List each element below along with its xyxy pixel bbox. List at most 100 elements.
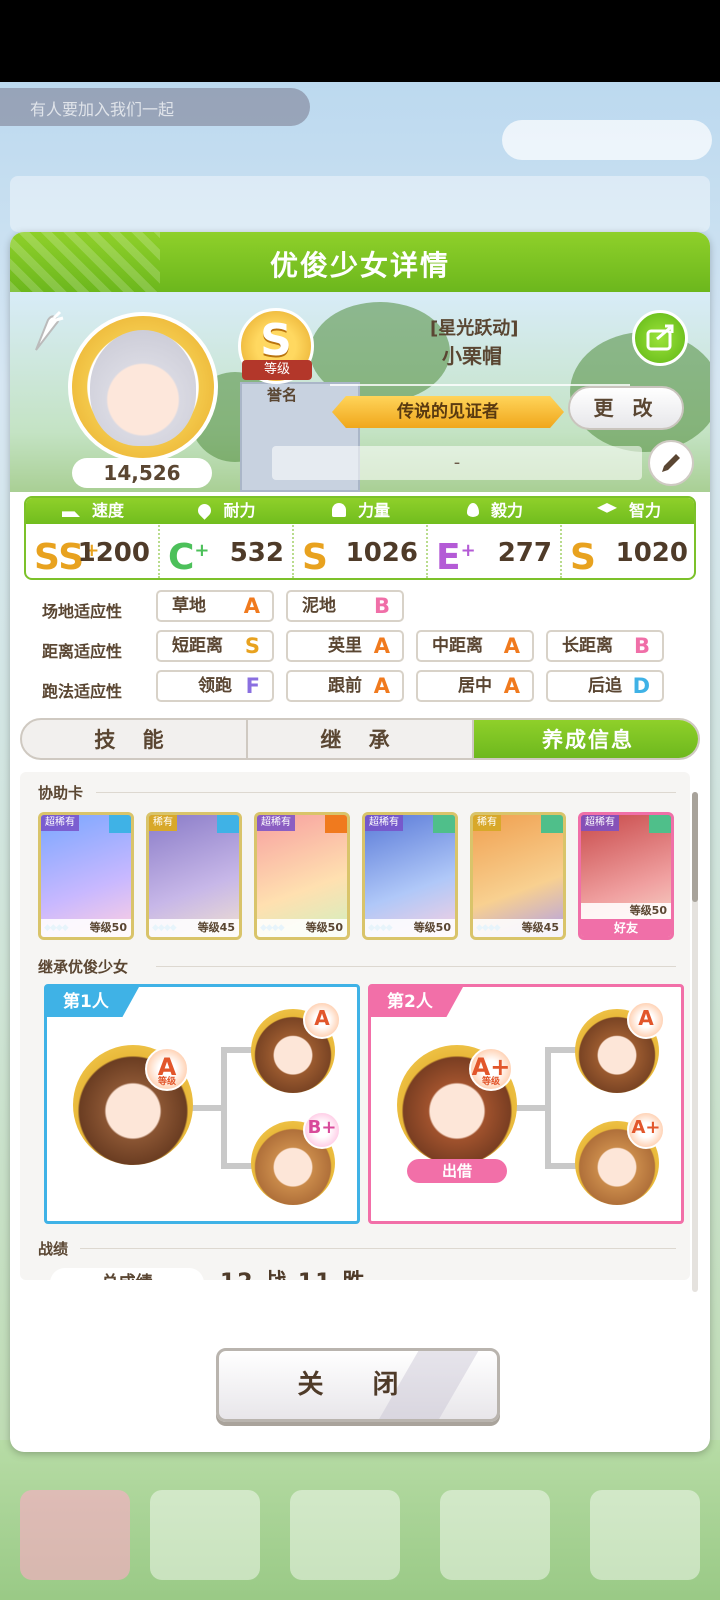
aptitude-name: 泥地	[302, 596, 336, 616]
stats-panel: 速度 SS+ 1200 耐力 C+ 532 力量 S 1026 毅力 E+ 27…	[24, 496, 696, 580]
status-bar	[0, 0, 720, 82]
total-record-value: 12 战 11 胜	[220, 1268, 366, 1280]
tree-connector	[545, 1047, 551, 1167]
stat-header: 力量	[294, 498, 428, 524]
support-card[interactable]: 稀有 ◆◆◆◆ 等级45	[146, 812, 242, 940]
share-icon	[646, 324, 674, 351]
aptitude-name: 跟前	[328, 676, 362, 696]
grade-badge: A	[303, 1001, 341, 1039]
tree-connector	[545, 1163, 579, 1169]
grade-badge: B+	[303, 1111, 341, 1149]
stat-power: 力量 S 1026	[294, 498, 428, 578]
grade-letter: B+	[307, 1117, 337, 1138]
support-card[interactable]: 超稀有 ◆◆◆◆ 等级50	[38, 812, 134, 940]
card-rarity: 稀有	[149, 815, 177, 831]
aptitude-grade: A	[373, 674, 390, 698]
stat-value: 277	[497, 538, 552, 568]
background-tab	[440, 1490, 550, 1580]
rank-label: 誉名	[266, 386, 297, 404]
tab-inheritance[interactable]: 继 承	[248, 720, 474, 758]
content-scrollbar[interactable]	[692, 792, 698, 1292]
aptitude-grade: A	[503, 634, 520, 658]
aptitude-grade: S	[244, 634, 260, 658]
stat-header: 速度	[26, 498, 160, 524]
aptitude-grade: A	[373, 634, 390, 658]
share-button[interactable]	[632, 310, 688, 366]
aptitude-dirt: 泥地 B	[286, 590, 404, 622]
tree-connector	[221, 1047, 227, 1167]
stat-header: 耐力	[160, 498, 294, 524]
dialog-header: 优俊少女详情	[10, 232, 710, 292]
aptitude-name: 中距离	[432, 636, 483, 656]
support-card-friend[interactable]: 超稀有 等级50 好友	[578, 812, 674, 940]
card-level: 等级45	[149, 919, 239, 937]
support-card[interactable]: 超稀有 ◆◆◆◆ 等级50	[362, 812, 458, 940]
grade-caption: 等级	[157, 1077, 176, 1087]
close-button[interactable]: 关 闭	[216, 1348, 500, 1422]
parent-1-panel[interactable]: 第1人 A 等级 A B+	[44, 984, 360, 1224]
scroll-thumb[interactable]	[692, 792, 698, 902]
stat-grade: E+	[436, 530, 476, 578]
aptitude-grade: F	[245, 674, 260, 698]
stat-grade: S	[302, 530, 328, 578]
distance-aptitude-label: 距离适应性	[42, 642, 123, 661]
avatar[interactable]	[68, 312, 218, 462]
close-label: 关 闭	[297, 1370, 419, 1400]
stat-guts: 毅力 E+ 277	[428, 498, 562, 578]
support-card[interactable]: 稀有 ◆◆◆◆ 等级45	[470, 812, 566, 940]
background-banner-text: 有人要加入我们一起	[30, 100, 175, 119]
grade-letter: S	[302, 537, 328, 578]
aptitude-name: 短距离	[172, 636, 223, 656]
card-level: 等级45	[473, 919, 563, 937]
friend-badge: 好友	[581, 919, 671, 937]
stat-grade: S	[570, 530, 596, 578]
background-row	[10, 176, 710, 232]
card-rarity: 稀有	[473, 815, 501, 831]
parent-1-tag: 第1人	[47, 987, 139, 1017]
grade-badge: A+	[627, 1111, 665, 1149]
aptitude-name: 居中	[458, 676, 492, 696]
tab-training-info[interactable]: 养成信息	[474, 720, 698, 758]
stat-label: 耐力	[223, 501, 256, 520]
tab-skills[interactable]: 技 能	[22, 720, 248, 758]
support-card[interactable]: 超稀有 ◆◆◆◆ 等级50	[254, 812, 350, 940]
tree-connector	[545, 1047, 579, 1053]
change-epithet-button[interactable]: 更 改	[568, 386, 684, 430]
aptitude-mile: 英里 A	[286, 630, 404, 662]
parent-2-panel[interactable]: 第2人 A+ 等级 出借 A A+	[368, 984, 684, 1224]
background-pill	[502, 120, 712, 160]
muscle-icon	[331, 503, 346, 517]
section-divider	[156, 966, 676, 967]
fan-count: 14,526	[72, 458, 212, 488]
inherit-title: 继承优俊少女	[38, 958, 129, 976]
profile-panel: 14,526 S 等级 誉名 [星光跃动] 小栗帽 传说的见证者 更 改 -	[10, 292, 710, 492]
stat-label: 毅力	[490, 501, 523, 520]
tree-connector	[221, 1163, 255, 1169]
total-record-label: 总成绩	[50, 1268, 204, 1280]
background-banner: 有人要加入我们一起	[0, 88, 310, 126]
support-cards-title: 协助卡	[38, 784, 84, 802]
detail-tabs: 技 能 继 承 养成信息	[20, 718, 700, 760]
aptitude-late-surger: 居中 A	[416, 670, 534, 702]
stat-speed: 速度 SS+ 1200	[26, 498, 160, 578]
edit-button[interactable]	[648, 440, 694, 486]
section-divider	[96, 792, 676, 793]
aptitude-grade: D	[632, 674, 650, 698]
speed-type-icon	[217, 815, 239, 833]
stat-value: 1020	[615, 538, 688, 568]
heart-icon	[195, 501, 215, 520]
aptitude-medium: 中距离 A	[416, 630, 534, 662]
parent-2-tag: 第2人	[371, 987, 463, 1017]
training-info-content[interactable]: 协助卡 超稀有 ◆◆◆◆ 等级50 稀有 ◆◆◆◆ 等级45 超稀有 ◆◆◆◆ …	[20, 772, 690, 1280]
power-type-icon	[325, 815, 347, 833]
flame-icon	[466, 503, 479, 517]
shoe-icon	[61, 511, 80, 517]
uma-detail-dialog: 优俊少女详情 14,526 S 等级 誉名 [星光跃动] 小栗帽 传说的见证者	[10, 232, 710, 1452]
wisdom-type-icon	[649, 815, 671, 833]
card-rarity: 超稀有	[365, 815, 403, 831]
grade-badge: A 等级	[145, 1047, 189, 1091]
aptitude-front-runner: 领跑 F	[156, 670, 274, 702]
record-title: 战绩	[38, 1240, 69, 1258]
wisdom-type-icon	[541, 815, 563, 833]
aptitude-name: 英里	[328, 636, 362, 656]
